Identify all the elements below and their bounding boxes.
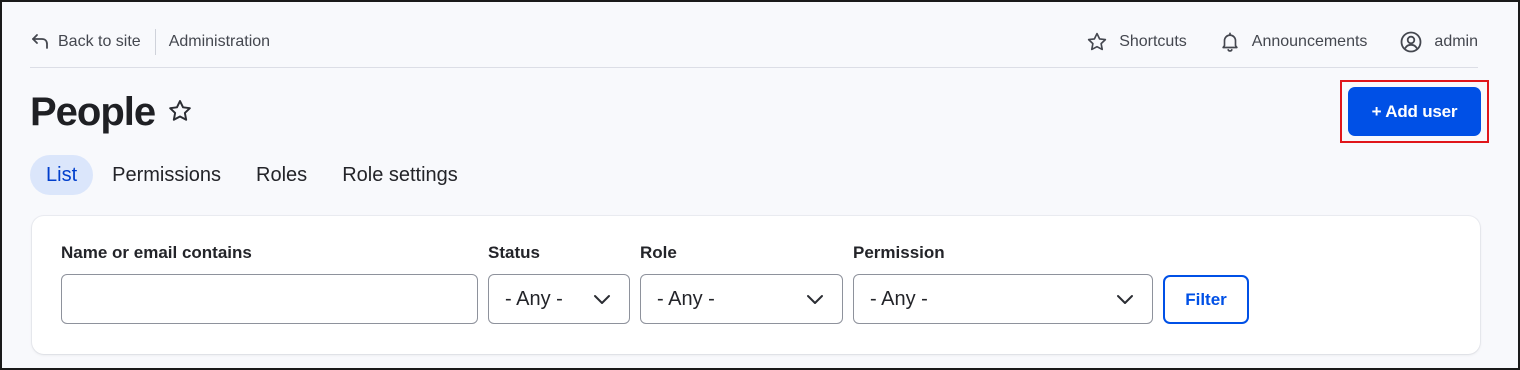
chevron-down-icon xyxy=(593,291,611,314)
administration-link[interactable]: Administration xyxy=(169,33,270,51)
permission-select-value: - Any - xyxy=(870,287,928,310)
admin-page: Back to site Administration Shortcuts An… xyxy=(0,0,1520,370)
back-to-site-link[interactable]: Back to site xyxy=(30,32,141,52)
role-select-value: - Any - xyxy=(657,287,715,310)
user-circle-icon xyxy=(1399,30,1423,54)
back-to-site-label: Back to site xyxy=(58,32,141,50)
bell-icon xyxy=(1219,31,1241,53)
status-filter-label: Status xyxy=(488,243,540,262)
filter-button[interactable]: Filter xyxy=(1163,275,1249,324)
name-filter-label: Name or email contains xyxy=(61,243,252,262)
shortcuts-label: Shortcuts xyxy=(1119,32,1187,50)
status-select-value: - Any - xyxy=(505,287,563,310)
star-icon[interactable] xyxy=(167,98,193,129)
user-menu-link[interactable]: admin xyxy=(1399,30,1478,54)
page-title: People xyxy=(30,90,156,134)
admin-toolbar: Back to site Administration Shortcuts An… xyxy=(30,16,1478,68)
announcements-label: Announcements xyxy=(1251,32,1368,50)
permission-filter-label: Permission xyxy=(853,243,945,262)
filter-card: Name or email contains Status - Any - Ro… xyxy=(32,216,1480,354)
status-select[interactable]: - Any - xyxy=(488,274,630,324)
add-user-button[interactable]: + Add user xyxy=(1348,87,1481,136)
permission-select[interactable]: - Any - xyxy=(853,274,1153,324)
role-select[interactable]: - Any - xyxy=(640,274,843,324)
toolbar-divider xyxy=(154,28,156,55)
tabs: List Permissions Roles Role settings xyxy=(30,155,477,195)
role-filter-label: Role xyxy=(640,243,677,262)
add-user-highlight: + Add user xyxy=(1340,80,1489,143)
chevron-down-icon xyxy=(1116,291,1134,314)
toolbar-right: Shortcuts Announcements admin xyxy=(1086,30,1478,54)
announcements-link[interactable]: Announcements xyxy=(1219,31,1368,53)
back-arrow-icon xyxy=(30,32,50,52)
title-row: People xyxy=(30,88,193,136)
tab-roles[interactable]: Roles xyxy=(240,155,323,195)
user-label: admin xyxy=(1434,32,1478,50)
tab-list[interactable]: List xyxy=(30,155,94,195)
tab-permissions[interactable]: Permissions xyxy=(96,155,237,195)
chevron-down-icon xyxy=(806,291,824,314)
star-icon xyxy=(1086,31,1108,53)
name-email-input[interactable] xyxy=(61,274,478,324)
shortcuts-link[interactable]: Shortcuts xyxy=(1086,31,1187,53)
tab-role-settings[interactable]: Role settings xyxy=(326,155,474,195)
administration-label: Administration xyxy=(168,32,271,50)
